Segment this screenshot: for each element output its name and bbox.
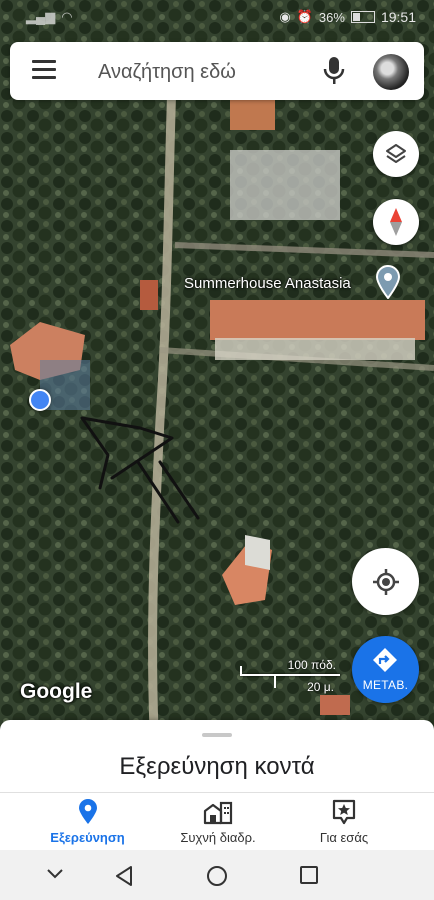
tab-explore[interactable]: Εξερεύνηση	[30, 793, 145, 851]
scale-feet: 100 πόδ.	[287, 658, 336, 672]
battery-icon	[350, 11, 375, 23]
tab-commute-label: Συχνή διαδρ.	[180, 830, 256, 845]
commute-building-icon	[203, 801, 233, 825]
scale-tick	[274, 674, 276, 688]
scale-meters: 20 μ.	[307, 680, 334, 694]
go-button[interactable]: ΜΕΤΑΒ.	[352, 636, 419, 703]
recents-icon[interactable]	[299, 865, 319, 885]
go-button-label: ΜΕΤΑΒ.	[362, 678, 409, 692]
wifi-icon: ◠	[61, 9, 73, 24]
search-input[interactable]	[96, 54, 300, 90]
avatar[interactable]	[373, 54, 409, 90]
explore-sheet[interactable]: Εξερεύνηση κοντά	[0, 720, 434, 792]
alarm-icon: ⏰	[296, 9, 313, 24]
status-bar: ▂▄▆ ◠ ◉ ⏰ 36% 19:51	[0, 0, 434, 34]
home-icon[interactable]	[206, 865, 228, 887]
satellite-imagery	[0, 0, 434, 730]
sheet-handle[interactable]	[202, 733, 232, 737]
tab-for-you[interactable]: Για εσάς	[294, 793, 394, 851]
tab-commute[interactable]: Συχνή διαδρ.	[158, 793, 278, 851]
my-location-button[interactable]	[352, 548, 419, 615]
clock: 19:51	[380, 9, 416, 25]
chevron-down-icon[interactable]	[46, 868, 64, 880]
search-bar[interactable]	[10, 42, 424, 100]
for-you-star-icon	[332, 799, 356, 825]
battery-percent: 36%	[318, 9, 345, 25]
my-location-dot	[29, 389, 51, 411]
layers-button[interactable]	[373, 131, 419, 177]
place-pin-icon[interactable]	[375, 265, 401, 299]
bottom-nav: Εξερεύνηση Συχνή διαδρ. Για εσάς	[0, 792, 434, 851]
google-logo: Google	[20, 680, 93, 703]
system-nav-bar	[0, 850, 434, 900]
back-icon[interactable]	[114, 865, 134, 887]
compass-icon	[390, 208, 402, 236]
signal-icon: ▂▄▆	[26, 9, 56, 24]
place-label[interactable]: Summerhouse Anastasia	[184, 275, 351, 292]
satellite-map[interactable]: ▂▄▆ ◠ ◉ ⏰ 36% 19:51 Summerh	[0, 0, 434, 730]
sheet-title: Εξερεύνηση κοντά	[119, 753, 315, 780]
place-pin-icon	[78, 799, 97, 824]
crosshair-icon	[372, 568, 399, 595]
menu-icon[interactable]	[32, 60, 56, 82]
layers-icon	[386, 144, 406, 163]
microphone-icon[interactable]	[322, 56, 346, 86]
directions-icon	[373, 648, 397, 672]
tab-explore-label: Εξερεύνηση	[50, 830, 125, 845]
tab-for-you-label: Για εσάς	[319, 830, 369, 845]
scale-bar: 100 πόδ. 20 μ.	[240, 658, 340, 698]
eye-icon: ◉	[279, 9, 291, 24]
scale-line	[240, 674, 340, 676]
scale-tick	[240, 666, 242, 676]
compass-button[interactable]	[373, 199, 419, 245]
